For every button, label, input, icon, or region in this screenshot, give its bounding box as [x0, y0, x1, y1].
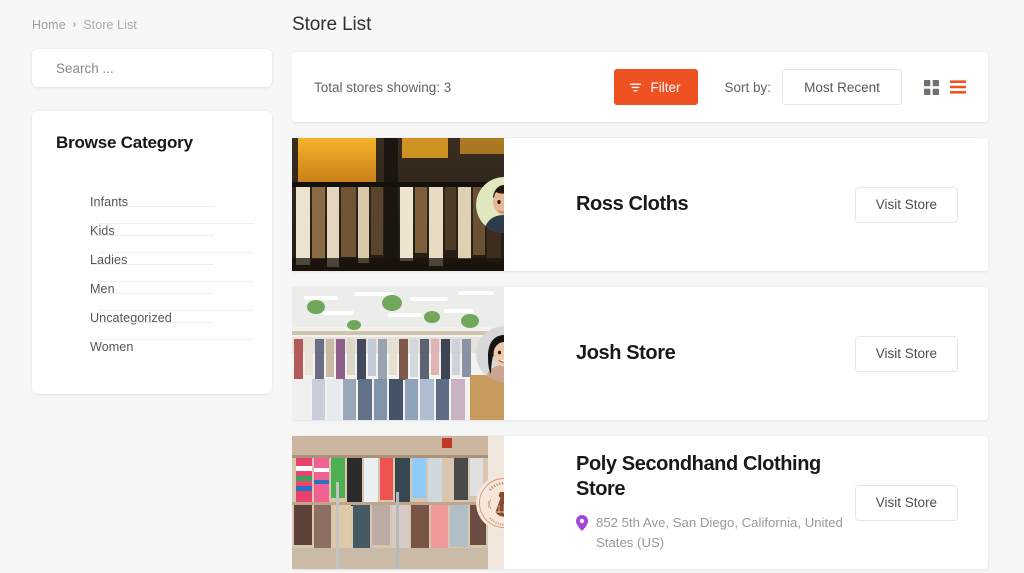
- store-list-toolbar: Total stores showing: 3 Filter Sort by: …: [292, 52, 988, 122]
- category-label: Uncategorized: [90, 311, 172, 325]
- sidebar: Home › Store List Browse Category Infant…: [0, 0, 292, 573]
- category-underline: [90, 206, 214, 207]
- store-banner-ross-cloths: [292, 138, 504, 271]
- category-underline: [90, 235, 214, 236]
- page-title: Store List: [292, 14, 372, 35]
- main-content: Store List Total stores showing: 3 Filte…: [292, 0, 1024, 573]
- category-label: Men: [90, 282, 115, 296]
- filter-funnel-icon: [629, 81, 642, 94]
- visit-store-button[interactable]: Visit Store: [854, 186, 958, 223]
- store-name: Josh Store: [576, 342, 676, 364]
- breadcrumb-current: Store List: [83, 18, 137, 32]
- category-underline: [90, 264, 214, 265]
- grid-view-icon: [924, 79, 939, 95]
- category-item-men[interactable]: Men: [42, 282, 262, 311]
- store-action: Visit Store: [854, 436, 988, 569]
- category-item-kids[interactable]: Kids: [42, 224, 262, 253]
- store-list-page: Home › Store List Browse Category Infant…: [0, 0, 1024, 573]
- sort-by-label: Sort by:: [724, 79, 771, 95]
- category-list: Infants Kids Ladies Men Uncategorized Wo…: [42, 195, 262, 368]
- store-info: Poly Secondhand Clothing Store 852 5th A…: [504, 436, 855, 569]
- store-card[interactable]: Ross Cloths Visit Store: [292, 138, 988, 271]
- filter-button-label: Filter: [650, 79, 681, 95]
- grid-view-button[interactable]: [924, 79, 939, 95]
- browse-category-card: Browse Category Infants Kids Ladies Men …: [32, 111, 272, 394]
- store-info: Josh Store: [504, 287, 855, 420]
- category-label: Ladies: [90, 253, 128, 267]
- store-address-text: 852 5th Ave, San Diego, California, Unit…: [596, 515, 843, 550]
- breadcrumb: Home › Store List: [32, 18, 272, 32]
- category-item-women[interactable]: Women: [42, 340, 262, 368]
- store-info: Ross Cloths: [504, 138, 855, 271]
- visit-store-button[interactable]: Visit Store: [854, 484, 958, 521]
- category-item-uncategorized[interactable]: Uncategorized: [42, 311, 262, 340]
- store-action: Visit Store: [854, 138, 988, 271]
- store-list: Ross Cloths Visit Store Josh Store Visit…: [292, 138, 988, 569]
- view-toggle-group: [924, 79, 966, 95]
- category-label: Women: [90, 340, 134, 354]
- store-banner-josh-store: [292, 287, 504, 420]
- browse-category-title: Browse Category: [56, 133, 193, 152]
- filter-button[interactable]: Filter: [614, 69, 699, 105]
- category-label: Kids: [90, 224, 115, 238]
- location-pin-icon: [576, 515, 588, 532]
- category-item-ladies[interactable]: Ladies: [42, 253, 262, 282]
- visit-store-button[interactable]: Visit Store: [854, 335, 958, 372]
- store-banner-poly-secondhand: [292, 436, 504, 569]
- store-name: Poly Secondhand Clothing Store: [576, 453, 821, 501]
- breadcrumb-separator-icon: ›: [72, 19, 77, 30]
- search-input[interactable]: [32, 49, 272, 87]
- sort-select[interactable]: Most Recent: [782, 69, 902, 105]
- store-action: Visit Store: [854, 287, 988, 420]
- list-view-icon: [950, 80, 966, 94]
- category-label: Infants: [90, 195, 129, 209]
- category-item-infants[interactable]: Infants: [42, 195, 262, 224]
- category-underline: [90, 293, 214, 294]
- store-address: 852 5th Ave, San Diego, California, Unit…: [576, 513, 855, 553]
- total-stores-text: Total stores showing: 3: [314, 79, 452, 95]
- store-name: Ross Cloths: [576, 193, 689, 215]
- category-underline: [90, 322, 214, 323]
- store-card[interactable]: Josh Store Visit Store: [292, 287, 988, 420]
- breadcrumb-home-link[interactable]: Home: [32, 18, 66, 32]
- sort-select-value: Most Recent: [804, 79, 880, 95]
- list-view-button[interactable]: [950, 80, 966, 94]
- store-card[interactable]: Poly Secondhand Clothing Store 852 5th A…: [292, 436, 988, 569]
